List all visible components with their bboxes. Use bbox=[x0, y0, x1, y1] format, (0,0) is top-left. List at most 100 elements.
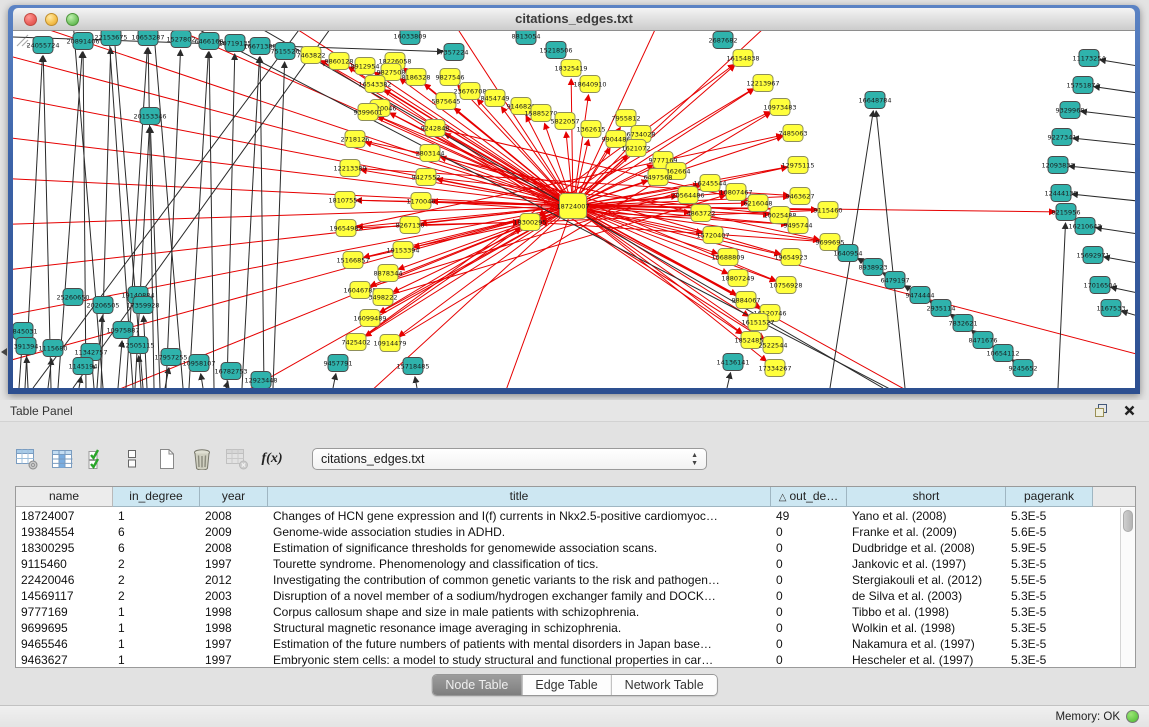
graph-node[interactable]: 16154838 bbox=[726, 50, 759, 67]
window-titlebar[interactable]: citations_edges.txt bbox=[13, 8, 1135, 31]
table-row[interactable]: 911546021997Tourette syndrome. Phenomeno… bbox=[16, 556, 1119, 572]
graph-node[interactable]: 16033809 bbox=[393, 31, 426, 45]
graph-node[interactable]: 12444139 bbox=[1044, 185, 1077, 202]
graph-node[interactable]: 2687682 bbox=[709, 32, 738, 49]
graph-node[interactable]: 2718126 bbox=[341, 131, 370, 148]
tab-edge-table[interactable]: Edge Table bbox=[521, 675, 610, 695]
function-builder-icon[interactable]: f(x) bbox=[259, 447, 285, 471]
graph-node[interactable]: 4863722 bbox=[687, 205, 716, 222]
panel-collapse-arrow-icon[interactable] bbox=[1, 348, 7, 356]
graph-node[interactable]: 9242848 bbox=[421, 120, 450, 137]
graph-node[interactable]: 12213967 bbox=[746, 75, 779, 92]
graph-node[interactable]: 8215956 bbox=[1052, 204, 1081, 221]
graph-node[interactable]: 12093832 bbox=[1041, 157, 1074, 174]
graph-node[interactable]: 2803144 bbox=[416, 145, 445, 162]
graph-node[interactable]: 15218506 bbox=[539, 42, 572, 59]
graph-node[interactable]: 10653287 bbox=[131, 31, 164, 46]
graph-node[interactable]: 3498222 bbox=[369, 289, 398, 306]
tab-network-table[interactable]: Network Table bbox=[611, 675, 717, 695]
graph-node[interactable]: 16648784 bbox=[858, 92, 891, 109]
graph-node[interactable]: 8454749 bbox=[481, 90, 510, 107]
graph-node[interactable]: 1170046 bbox=[407, 193, 436, 210]
table-selector-dropdown[interactable]: citations_edges.txt ▲▼ bbox=[312, 448, 707, 470]
graph-node[interactable]: 18807249 bbox=[721, 270, 754, 287]
graph-node[interactable]: 9457791 bbox=[324, 355, 353, 372]
graph-node[interactable]: 10688809 bbox=[711, 249, 744, 266]
graph-node[interactable]: 9329968 bbox=[1056, 102, 1085, 119]
graph-node[interactable]: 25260650 bbox=[56, 289, 89, 306]
graph-node[interactable]: 18325419 bbox=[554, 60, 587, 77]
graph-node[interactable]: 17016504 bbox=[1083, 277, 1116, 294]
graph-node[interactable]: 12505115 bbox=[121, 337, 154, 354]
table-row[interactable]: 946362711997Embryonic stem cells: a mode… bbox=[16, 652, 1119, 667]
close-window-button[interactable] bbox=[24, 13, 37, 26]
graph-node[interactable]: 18640910 bbox=[573, 76, 606, 93]
vertical-scrollbar[interactable] bbox=[1120, 508, 1135, 667]
column-header-title[interactable]: title bbox=[268, 487, 771, 507]
graph-node[interactable]: 8878344 bbox=[374, 265, 403, 282]
graph-node[interactable]: 1845031 bbox=[13, 323, 37, 340]
graph-node[interactable]: 9427552 bbox=[412, 169, 441, 186]
graph-node[interactable]: 9399601 bbox=[354, 104, 383, 121]
graph-node[interactable]: 9227341 bbox=[1048, 129, 1077, 146]
float-panel-icon[interactable] bbox=[1091, 403, 1111, 419]
graph-node[interactable]: 8813054 bbox=[512, 31, 541, 45]
graph-node[interactable]: 12923448 bbox=[244, 372, 277, 389]
delete-table-icon[interactable] bbox=[224, 447, 250, 471]
table-row[interactable]: 977716911998Corpus callosum shape and si… bbox=[16, 604, 1119, 620]
close-panel-icon[interactable] bbox=[1119, 403, 1139, 419]
graph-node[interactable]: 9245652 bbox=[1009, 360, 1038, 377]
graph-node[interactable]: 10914479 bbox=[373, 335, 406, 352]
graph-node[interactable]: 17334267 bbox=[758, 360, 791, 377]
graph-node[interactable]: 11173254 bbox=[1072, 50, 1105, 67]
graph-node[interactable]: 7463822 bbox=[297, 47, 326, 64]
graph-node[interactable]: 9495744 bbox=[784, 217, 813, 234]
graph-node[interactable]: 7955812 bbox=[612, 110, 641, 127]
memory-status-indicator[interactable] bbox=[1126, 710, 1139, 723]
table-options-icon[interactable] bbox=[14, 447, 40, 471]
graph-node[interactable]: 15718485 bbox=[396, 358, 429, 375]
graph-node[interactable]: 18724007 bbox=[556, 194, 589, 219]
graph-node[interactable]: 10975887 bbox=[106, 322, 139, 339]
graph-node[interactable]: 8471676 bbox=[969, 332, 998, 349]
table-row[interactable]: 1456911722003Disruption of a novel membe… bbox=[16, 588, 1119, 604]
graph-node[interactable]: 8938923 bbox=[859, 259, 888, 276]
graph-node[interactable]: 9827546 bbox=[436, 69, 465, 86]
graph-node[interactable]: 19654923 bbox=[774, 249, 807, 266]
graph-node[interactable]: 6216048 bbox=[744, 195, 773, 212]
table-row[interactable]: 969969511998Structural magnetic resonanc… bbox=[16, 620, 1119, 636]
scrollbar-thumb[interactable] bbox=[1123, 510, 1133, 532]
table-row[interactable]: 1938455462009Genome-wide association stu… bbox=[16, 524, 1119, 540]
show-column-icon[interactable] bbox=[49, 447, 75, 471]
graph-node[interactable]: 7832621 bbox=[949, 315, 978, 332]
graph-node[interactable]: 391394 bbox=[14, 338, 39, 355]
graph-node[interactable]: 1145194 bbox=[69, 358, 98, 375]
graph-node[interactable]: 1167533 bbox=[1097, 300, 1126, 317]
graph-node[interactable]: 15166857 bbox=[336, 252, 369, 269]
graph-node[interactable]: 24055724 bbox=[26, 37, 59, 54]
graph-node[interactable]: 15692971 bbox=[1076, 247, 1109, 264]
delete-trash-icon[interactable] bbox=[189, 447, 215, 471]
select-rows-icon[interactable] bbox=[84, 447, 110, 471]
new-file-icon[interactable] bbox=[154, 447, 180, 471]
graph-node[interactable]: 8267130 bbox=[396, 217, 425, 234]
column-header-pagerank[interactable]: pagerank bbox=[1006, 487, 1093, 507]
row-height-icon[interactable] bbox=[119, 447, 145, 471]
network-canvas[interactable]: 1872400774638229860128891295418226058982… bbox=[13, 31, 1135, 388]
table-row[interactable]: 1830029562008Estimation of significance … bbox=[16, 540, 1119, 556]
graph-node[interactable]: 8912954 bbox=[351, 58, 380, 75]
graph-node[interactable]: 12213389 bbox=[333, 160, 366, 177]
table-row[interactable]: 1872400712008Changes of HCN gene express… bbox=[16, 508, 1119, 524]
graph-node[interactable]: 2935114 bbox=[927, 300, 956, 317]
column-header-out_de[interactable]: △out_de… bbox=[771, 487, 847, 507]
tab-node-table[interactable]: Node Table bbox=[432, 675, 521, 695]
zoom-window-button[interactable] bbox=[66, 13, 79, 26]
column-header-name[interactable]: name bbox=[16, 487, 113, 507]
graph-node[interactable]: 7357224 bbox=[440, 44, 469, 61]
column-header-short[interactable]: short bbox=[847, 487, 1006, 507]
resize-grip-icon[interactable] bbox=[13, 31, 29, 47]
graph-node[interactable]: 7485063 bbox=[779, 125, 808, 142]
graph-node[interactable]: 9860128 bbox=[325, 53, 354, 70]
graph-node[interactable]: 5822057 bbox=[551, 113, 580, 130]
graph-node[interactable]: 9463627 bbox=[786, 188, 815, 205]
